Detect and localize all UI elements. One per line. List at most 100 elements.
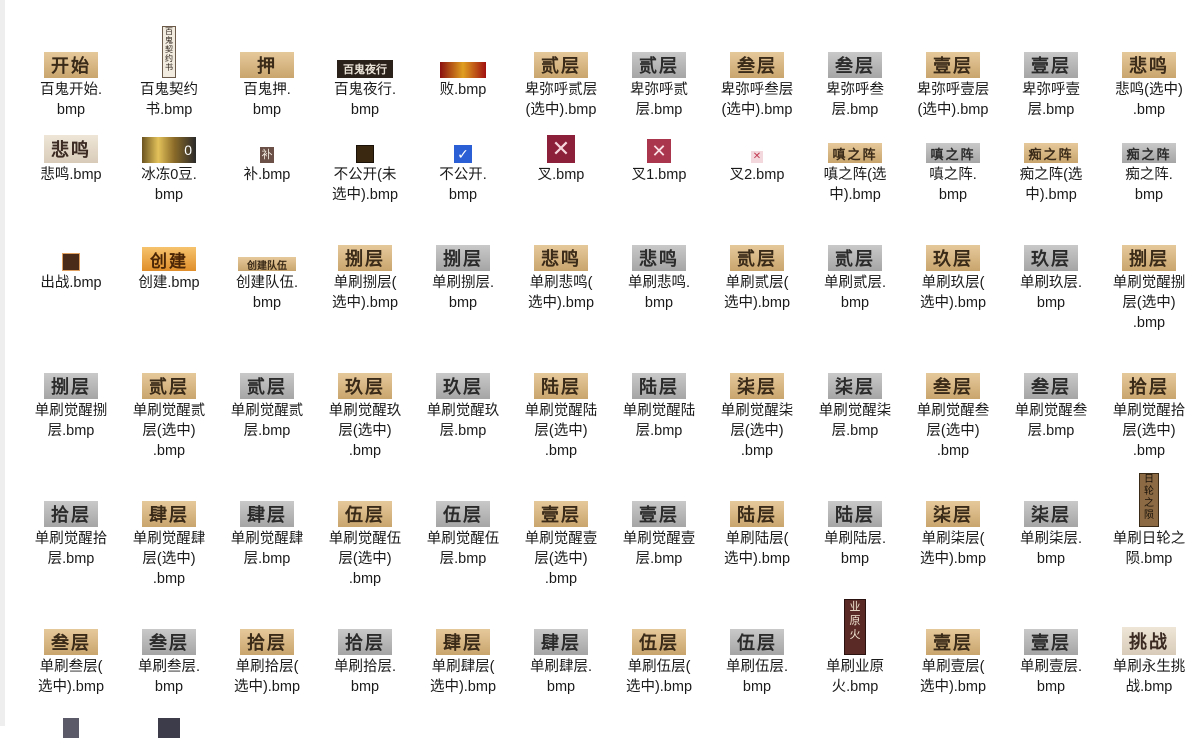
file-item[interactable]: 拾层 单刷觉醒拾 层(选中) .bmp [1100, 343, 1198, 461]
file-item[interactable]: 伍层 单刷觉醒伍 层(选中) .bmp [316, 471, 414, 589]
file-name-label: 嗔之阵(选 中).bmp [823, 167, 887, 203]
file-item[interactable]: 败.bmp [414, 22, 512, 120]
file-item[interactable]: 0 冰冻0豆. bmp [120, 107, 218, 205]
file-item[interactable]: 不公开(未 选中).bmp [316, 107, 414, 205]
file-thumbnail: 捌层 [436, 215, 490, 273]
file-item[interactable]: ✕ 叉2.bmp [708, 107, 806, 205]
file-item[interactable]: 拾层 单刷拾层. bmp [316, 599, 414, 697]
file-item[interactable]: 贰层 卑弥呼贰 层.bmp [610, 22, 708, 120]
file-item[interactable]: 陆层 单刷觉醒陆 层.bmp [610, 343, 708, 461]
file-item[interactable]: 伍层 单刷伍层. bmp [708, 599, 806, 697]
file-thumbnail: 叁层 [1024, 343, 1078, 401]
file-item[interactable]: 补补.bmp [218, 107, 316, 205]
file-item[interactable]: 肆层 单刷觉醒肆 层(选中) .bmp [120, 471, 218, 589]
file-name-label: 单刷陆层( 选中).bmp [723, 531, 791, 567]
file-name-label: 单刷觉醒肆 层.bmp [230, 531, 304, 567]
file-item[interactable]: 叁层 单刷觉醒叁 层.bmp [1002, 343, 1100, 461]
file-item[interactable]: 柒层 单刷觉醒柒 层.bmp [806, 343, 904, 461]
file-item[interactable]: 贰层 单刷觉醒贰 层.bmp [218, 343, 316, 461]
file-item[interactable]: 捌层 单刷捌层( 选中).bmp [316, 215, 414, 333]
file-item[interactable]: 拾层 单刷觉醒拾 层.bmp [22, 471, 120, 589]
file-name-label: 单刷觉醒玖 层(选中) .bmp [328, 403, 402, 459]
file-item[interactable]: 痴之阵 痴之阵(选 中).bmp [1002, 107, 1100, 205]
file-thumbnail: 贰层 [240, 343, 294, 401]
file-name-label: .bmp [23, 0, 119, 2]
file-thumbnail: 伍层 [436, 471, 490, 529]
file-row: 开始 百鬼开始. bmp 百鬼契约书 百鬼契约 书.bmp 押百鬼押. bmp 百鬼夜行百… [22, 22, 1198, 120]
file-item[interactable]: 悲鸣 单刷悲鸣( 选中).bmp [512, 215, 610, 333]
file-item[interactable]: 壹层 卑弥呼壹层 (选中).bmp [904, 22, 1002, 120]
file-item[interactable]: 贰层 单刷贰层. bmp [806, 215, 904, 333]
file-item[interactable]: 嗔之阵 嗔之阵. bmp [904, 107, 1002, 205]
file-name-label: 嗔之阵. bmp [929, 167, 977, 203]
file-item[interactable]: 壹层 单刷觉醒壹 层(选中) .bmp [512, 471, 610, 589]
file-item[interactable]: 陆层 单刷陆层( 选中).bmp [708, 471, 806, 589]
file-item[interactable]: 开始 百鬼开始. bmp [22, 22, 120, 120]
file-name-label: 单刷柒层. bmp [1019, 531, 1083, 567]
file-item[interactable]: 肆层 单刷肆层. bmp [512, 599, 610, 697]
file-thumbnail: 陆层 [730, 471, 784, 529]
file-thumbnail: 悲鸣 [44, 107, 98, 165]
file-item[interactable]: 伍层 单刷觉醒伍 层.bmp [414, 471, 512, 589]
file-item[interactable]: 悲鸣 单刷悲鸣. bmp [610, 215, 708, 333]
file-item[interactable] [120, 682, 218, 740]
file-thumbnail [356, 107, 374, 165]
file-item[interactable]: 悲鸣 悲鸣(选中) .bmp [1100, 22, 1198, 120]
file-item[interactable]: 柒层 单刷觉醒柒 层(选中) .bmp [708, 343, 806, 461]
file-thumbnail: 悲鸣 [534, 215, 588, 273]
file-name-label: 单刷壹层( 选中).bmp [919, 659, 987, 695]
file-item[interactable]: ✕ 叉1.bmp [610, 107, 708, 205]
file-item[interactable] [22, 682, 120, 740]
file-item[interactable]: 捌层 单刷觉醒捌 层.bmp [22, 343, 120, 461]
file-name-label: 单刷伍层. bmp [725, 659, 789, 695]
file-item[interactable]: 壹层 卑弥呼壹 层.bmp [1002, 22, 1100, 120]
file-item[interactable]: 叁层 单刷觉醒叁 层(选中) .bmp [904, 343, 1002, 461]
file-thumbnail: 嗔之阵 [926, 107, 980, 165]
file-item[interactable]: 捌层 单刷觉醒捌 层(选中) .bmp [1100, 215, 1198, 333]
file-item[interactable]: 伍层 单刷伍层( 选中).bmp [610, 599, 708, 697]
file-item[interactable]: 肆层 单刷肆层( 选中).bmp [414, 599, 512, 697]
file-thumbnail: 伍层 [730, 599, 784, 657]
file-item[interactable]: 柒层 单刷柒层( 选中).bmp [904, 471, 1002, 589]
file-item[interactable]: 百鬼契约书 百鬼契约 书.bmp [120, 22, 218, 120]
file-item[interactable]: 壹层 单刷壹层( 选中).bmp [904, 599, 1002, 697]
file-item[interactable]: 玖层 单刷玖层( 选中).bmp [904, 215, 1002, 333]
file-item[interactable]: 日轮之陨 单刷日轮之 陨.bmp [1100, 471, 1198, 589]
file-item[interactable]: 押百鬼押. bmp [218, 22, 316, 120]
file-thumbnail: 伍层 [632, 599, 686, 657]
file-item[interactable]: 玖层 单刷觉醒玖 层.bmp [414, 343, 512, 461]
file-item[interactable]: 肆层 单刷觉醒肆 层.bmp [218, 471, 316, 589]
file-item[interactable]: 壹层 单刷壹层. bmp [1002, 599, 1100, 697]
file-item[interactable]: 贰层 单刷觉醒贰 层(选中) .bmp [120, 343, 218, 461]
file-item[interactable]: 捌层 单刷捌层. bmp [414, 215, 512, 333]
file-item[interactable]: 贰层 单刷贰层( 选中).bmp [708, 215, 806, 333]
file-thumbnail: 玖层 [338, 343, 392, 401]
file-item[interactable]: 悲鸣 悲鸣.bmp [22, 107, 120, 205]
file-item[interactable]: 创建 创建.bmp [120, 215, 218, 333]
file-thumbnail [158, 682, 180, 740]
file-item[interactable]: 出战.bmp [22, 215, 120, 333]
file-thumbnail: 肆层 [534, 599, 588, 657]
file-thumbnail: 创建队伍 [238, 215, 296, 273]
file-item[interactable]: 贰层 卑弥呼贰层 (选中).bmp [512, 22, 610, 120]
file-item[interactable]: ✕ 叉.bmp [512, 107, 610, 205]
file-item[interactable]: 柒层 单刷柒层. bmp [1002, 471, 1100, 589]
file-item[interactable]: 叁层 卑弥呼叁 层.bmp [806, 22, 904, 120]
file-item[interactable]: 挑战 单刷永生挑 战.bmp [1100, 599, 1198, 697]
file-item[interactable]: 百鬼夜行 百鬼夜行. bmp [316, 22, 414, 120]
file-thumbnail: 嗔之阵 [828, 107, 882, 165]
file-item[interactable]: 陆层 单刷陆层. bmp [806, 471, 904, 589]
file-item[interactable]: 陆层 单刷觉醒陆 层(选中) .bmp [512, 343, 610, 461]
file-item[interactable]: 创建队伍 创建队伍. bmp [218, 215, 316, 333]
file-item[interactable]: 拾层 单刷拾层( 选中).bmp [218, 599, 316, 697]
file-item[interactable]: ✓ 不公开. bmp [414, 107, 512, 205]
file-item[interactable]: .bmp [22, 0, 120, 2]
file-item[interactable]: 业原火 单刷业原 火.bmp [806, 599, 904, 697]
file-name-label: 单刷觉醒壹 层.bmp [622, 531, 696, 567]
file-item[interactable]: 痴之阵 痴之阵. bmp [1100, 107, 1198, 205]
file-item[interactable]: 玖层 单刷玖层. bmp [1002, 215, 1100, 333]
file-item[interactable]: 壹层 单刷觉醒壹 层.bmp [610, 471, 708, 589]
file-item[interactable]: 玖层 单刷觉醒玖 层(选中) .bmp [316, 343, 414, 461]
file-item[interactable]: 叁层 卑弥呼叁层 (选中).bmp [708, 22, 806, 120]
file-item[interactable]: 嗔之阵 嗔之阵(选 中).bmp [806, 107, 904, 205]
